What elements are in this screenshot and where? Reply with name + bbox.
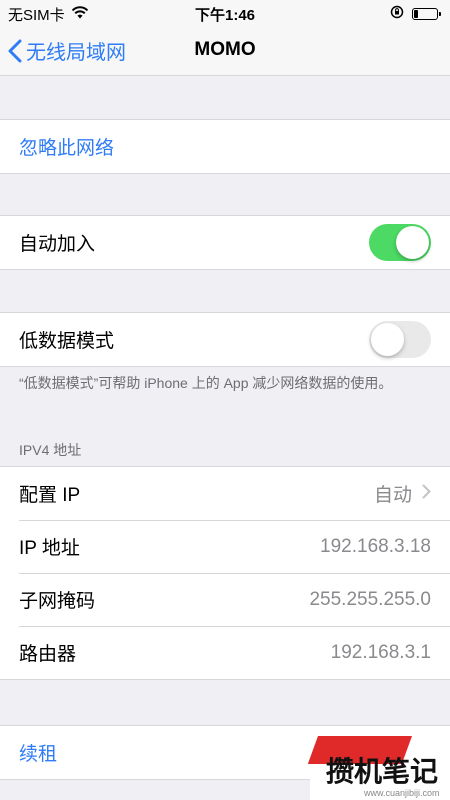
auto-join-label: 自动加入 bbox=[19, 234, 96, 255]
ipv4-section-header: IPV4 地址 bbox=[19, 442, 82, 458]
subnet-mask-value: 255.255.255.0 bbox=[309, 588, 431, 610]
configure-ip-value: 自动 bbox=[373, 485, 412, 506]
watermark-url: www.cuanjibiji.com bbox=[364, 788, 440, 798]
low-data-toggle[interactable] bbox=[369, 321, 431, 358]
low-data-label: 低数据模式 bbox=[19, 331, 115, 352]
low-data-group: 低数据模式 bbox=[0, 312, 450, 367]
low-data-row: 低数据模式 bbox=[0, 313, 450, 366]
battery-icon bbox=[412, 8, 441, 20]
forget-network-label: 忽略此网络 bbox=[19, 138, 115, 159]
auto-join-group: 自动加入 bbox=[0, 215, 450, 270]
configure-ip-label: 配置 IP bbox=[19, 485, 81, 506]
ip-address-value: 192.168.3.18 bbox=[320, 535, 431, 557]
low-data-footnote: “低数据模式”可帮助 iPhone 上的 App 减少网络数据的使用。 bbox=[19, 375, 393, 391]
watermark-logo: 攒机笔记 www.cuanjibiji.com bbox=[307, 736, 450, 800]
router-label: 路由器 bbox=[19, 644, 77, 665]
router-value: 192.168.3.1 bbox=[330, 641, 431, 663]
status-bar: 无SIM卡 下午1:46 bbox=[0, 0, 450, 26]
ipv4-group: 配置 IP 自动 IP 地址 192.168.3.18 子网掩码 255.255… bbox=[0, 466, 450, 680]
navigation-bar: 无线局域网 MOMO bbox=[0, 26, 450, 76]
status-time: 下午1:46 bbox=[194, 7, 256, 24]
router-row: 路由器 192.168.3.1 bbox=[0, 626, 450, 679]
auto-join-row: 自动加入 bbox=[0, 216, 450, 269]
toggle-knob bbox=[371, 323, 404, 356]
forget-network-group: 忽略此网络 bbox=[0, 119, 450, 174]
forget-network-button[interactable]: 忽略此网络 bbox=[0, 120, 450, 173]
subnet-mask-row: 子网掩码 255.255.255.0 bbox=[0, 573, 450, 626]
ip-address-row: IP 地址 192.168.3.18 bbox=[0, 520, 450, 573]
orientation-lock-icon bbox=[390, 5, 404, 23]
watermark-text: 攒机笔记 bbox=[326, 755, 439, 788]
battery-fill bbox=[414, 10, 418, 18]
toggle-knob bbox=[396, 226, 429, 259]
status-right bbox=[390, 5, 441, 23]
configure-ip-row[interactable]: 配置 IP 自动 bbox=[0, 467, 450, 520]
ip-address-label: IP 地址 bbox=[19, 538, 80, 559]
auto-join-toggle[interactable] bbox=[369, 224, 431, 261]
subnet-mask-label: 子网掩码 bbox=[19, 591, 96, 612]
page-title: MOMO bbox=[194, 39, 256, 60]
chevron-right-icon bbox=[422, 483, 431, 505]
